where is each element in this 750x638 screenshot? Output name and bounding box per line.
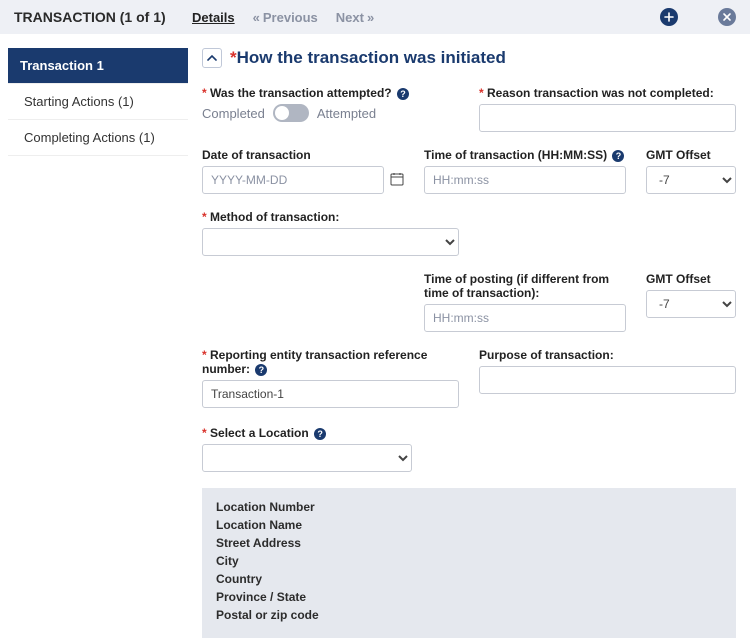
chevron-left-icon: « [253, 10, 260, 25]
method-label: * Method of transaction: [202, 210, 459, 224]
date-label: Date of transaction [202, 148, 404, 162]
sidebar-item-completing-actions[interactable]: Completing Actions (1) [8, 120, 188, 156]
loc-number: Location Number [216, 500, 722, 514]
purpose-label: Purpose of transaction: [479, 348, 736, 362]
help-icon[interactable]: ? [397, 88, 409, 100]
time-tx-input[interactable] [424, 166, 626, 194]
sidebar-item-transaction-1[interactable]: Transaction 1 [8, 48, 188, 84]
reason-input[interactable] [479, 104, 736, 132]
purpose-input[interactable] [479, 366, 736, 394]
calendar-icon[interactable] [390, 172, 404, 188]
time-posting-input[interactable] [424, 304, 626, 332]
required-star-icon: * [230, 48, 237, 67]
sidebar-item-starting-actions[interactable]: Starting Actions (1) [8, 84, 188, 120]
sidebar: Transaction 1 Starting Actions (1) Compl… [8, 48, 188, 156]
next-label: Next [336, 10, 364, 25]
loc-name: Location Name [216, 518, 722, 532]
attempted-toggle[interactable] [273, 104, 309, 122]
loc-country: Country [216, 572, 722, 586]
main-content: *How the transaction was initiated * Was… [202, 48, 742, 638]
location-label: * Select a Location ? [202, 426, 412, 440]
help-icon[interactable]: ? [314, 428, 326, 440]
close-icon[interactable] [718, 8, 736, 26]
refno-label: * Reporting entity transaction reference… [202, 348, 459, 376]
prev-label: Previous [263, 10, 318, 25]
location-details-box: Location Number Location Name Street Add… [202, 488, 736, 638]
help-icon[interactable]: ? [612, 150, 624, 162]
loc-postal: Postal or zip code [216, 608, 722, 622]
loc-province: Province / State [216, 590, 722, 604]
date-input[interactable] [202, 166, 384, 194]
location-select[interactable] [202, 444, 412, 472]
chevron-right-icon: » [367, 10, 374, 25]
refno-input[interactable] [202, 380, 459, 408]
page-title: TRANSACTION (1 of 1) [14, 9, 174, 25]
next-button[interactable]: Next » [336, 10, 374, 25]
attempted-label: * Was the transaction attempted? ? [202, 86, 459, 100]
tab-details[interactable]: Details [192, 10, 235, 25]
time-tx-label: Time of transaction (HH:MM:SS) ? [424, 148, 626, 162]
collapse-section-button[interactable] [202, 48, 222, 68]
add-icon[interactable] [660, 8, 678, 26]
gmt-offset-select[interactable]: -7 [646, 166, 736, 194]
loc-city: City [216, 554, 722, 568]
top-bar: TRANSACTION (1 of 1) Details « Previous … [0, 0, 750, 34]
loc-street: Street Address [216, 536, 722, 550]
reason-label: * Reason transaction was not completed: [479, 86, 736, 100]
gmt-label-2: GMT Offset [646, 272, 736, 286]
gmt-label: GMT Offset [646, 148, 736, 162]
time-posting-label: Time of posting (if different from time … [424, 272, 626, 300]
section-header: *How the transaction was initiated [202, 48, 736, 68]
prev-button[interactable]: « Previous [253, 10, 318, 25]
method-select[interactable] [202, 228, 459, 256]
section-title: How the transaction was initiated [237, 48, 506, 67]
toggle-attempted-label: Attempted [317, 106, 376, 121]
help-icon[interactable]: ? [255, 364, 267, 376]
toggle-completed-label: Completed [202, 106, 265, 121]
gmt-offset-select-2[interactable]: -7 [646, 290, 736, 318]
